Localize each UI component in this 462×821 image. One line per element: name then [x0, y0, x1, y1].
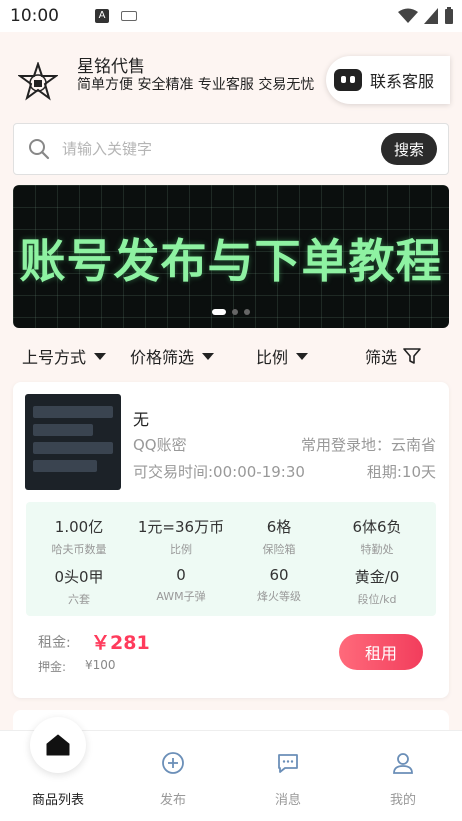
- deposit-label: 押金:: [38, 660, 67, 674]
- stat-value: 6体6负: [352, 518, 402, 536]
- search-input[interactable]: [62, 136, 362, 162]
- stat-label: 保险箱: [262, 543, 296, 556]
- publish-icon: [162, 752, 184, 774]
- carousel-dot[interactable]: [244, 309, 250, 315]
- tab-messages[interactable]: 消息: [243, 751, 333, 808]
- stat-value: 0: [176, 566, 186, 584]
- tab-publish[interactable]: 发布: [128, 751, 218, 808]
- carousel-dot[interactable]: [232, 309, 238, 315]
- brand-name: 星铭代售: [77, 57, 145, 77]
- robot-icon: [334, 69, 362, 91]
- brand-logo-icon: [18, 62, 58, 101]
- carousel-dot[interactable]: [212, 309, 226, 315]
- battery-icon: [445, 7, 453, 24]
- filter-price[interactable]: 价格筛选: [130, 344, 215, 368]
- listing-card[interactable]: 无 QQ账密 常用登录地：云南省 可交易时间:00:00-19:30 租期:10…: [13, 382, 449, 698]
- brand-slogan: 简单方便 安全精准 专业客服 交易无忧: [77, 77, 315, 93]
- tab-product-list[interactable]: 商品列表: [13, 751, 103, 808]
- stat-value: 6格: [266, 518, 292, 536]
- listing-thumbnail: [25, 394, 121, 490]
- contact-support-label: 联系客服: [370, 72, 435, 91]
- app-header: 星铭代售 简单方便 安全精准 专业客服 交易无忧 联系客服: [0, 32, 462, 118]
- rent-label: 租金:: [38, 635, 71, 651]
- stat-item: 0头0甲 六套: [29, 566, 129, 607]
- stat-value: 1元=36万币: [137, 518, 225, 536]
- deposit-value: ¥100: [85, 658, 116, 672]
- carousel-indicator: [13, 309, 449, 315]
- filter-login-method[interactable]: 上号方式: [22, 344, 107, 368]
- funnel-icon: [403, 348, 421, 364]
- login-region: 常用登录地：云南省: [300, 436, 436, 454]
- filter-label: 比例: [256, 348, 289, 367]
- tab-label: 我的: [389, 793, 416, 808]
- tutorial-banner[interactable]: 账号发布与下单教程: [13, 185, 449, 328]
- contact-support-button[interactable]: 联系客服: [326, 56, 450, 104]
- caret-down-icon: [296, 352, 309, 360]
- caret-down-icon: [202, 352, 215, 360]
- tab-label: 商品列表: [31, 793, 84, 808]
- message-icon: [278, 754, 298, 773]
- tab-profile[interactable]: 我的: [358, 751, 448, 808]
- stat-label: 特勤处: [360, 543, 394, 556]
- filter-label: 价格筛选: [130, 348, 195, 367]
- stat-item: 黄金/0 段位/kd: [327, 566, 427, 607]
- stat-item: 6体6负 特勤处: [327, 516, 427, 557]
- search-bar: 搜索: [13, 123, 449, 175]
- notification-a-icon: A: [95, 9, 109, 23]
- listing-title: 无: [133, 410, 150, 429]
- tab-label: 消息: [274, 793, 301, 808]
- stat-label: 烽火等级: [257, 590, 301, 603]
- filter-more[interactable]: 筛选: [365, 344, 421, 368]
- stat-label: 哈夫币数量: [51, 543, 107, 556]
- stat-label: 比例: [170, 543, 192, 556]
- stat-item: 1元=36万币 比例: [131, 516, 231, 557]
- stat-value: 黄金/0: [354, 568, 400, 586]
- stats-grid: 1.00亿 哈夫币数量 1元=36万币 比例 6格 保险箱 6体6负 特勤处 0…: [26, 502, 436, 616]
- trade-time: 可交易时间:00:00-19:30: [133, 463, 305, 481]
- stat-label: AWM子弹: [156, 590, 206, 603]
- stat-item: 0 AWM子弹: [131, 566, 231, 604]
- filter-bar: 上号方式 价格筛选 比例 筛选: [0, 340, 462, 370]
- tab-label: 发布: [159, 793, 186, 808]
- account-type: QQ账密: [133, 436, 187, 454]
- rent-price: ￥281: [91, 632, 150, 654]
- rent-button[interactable]: 租用: [339, 634, 423, 670]
- caret-down-icon: [94, 352, 107, 360]
- stat-value: 1.00亿: [54, 518, 104, 536]
- stat-value: 0头0甲: [54, 568, 104, 586]
- status-time: 10:00: [10, 6, 59, 26]
- keyboard-icon: [121, 11, 137, 21]
- search-icon: [29, 139, 50, 160]
- stat-item: 60 烽火等级: [229, 566, 329, 604]
- stat-item: 6格 保险箱: [229, 516, 329, 557]
- search-button[interactable]: 搜索: [381, 133, 437, 165]
- filter-label: 筛选: [365, 348, 398, 367]
- wifi-icon: [398, 8, 418, 23]
- bottom-tab-bar: 商品列表 发布 消息 我的: [0, 717, 462, 821]
- profile-icon: [393, 753, 413, 774]
- status-bar: 10:00 A: [0, 0, 462, 32]
- stat-label: 六套: [68, 593, 90, 606]
- filter-ratio[interactable]: 比例: [256, 344, 309, 368]
- filter-label: 上号方式: [22, 348, 87, 367]
- stat-item: 1.00亿 哈夫币数量: [29, 516, 129, 557]
- stat-value: 60: [269, 566, 289, 584]
- rent-period: 租期:10天: [366, 463, 436, 481]
- stat-label: 段位/kd: [357, 593, 397, 606]
- banner-title: 账号发布与下单教程: [19, 234, 443, 288]
- signal-icon: [424, 8, 438, 24]
